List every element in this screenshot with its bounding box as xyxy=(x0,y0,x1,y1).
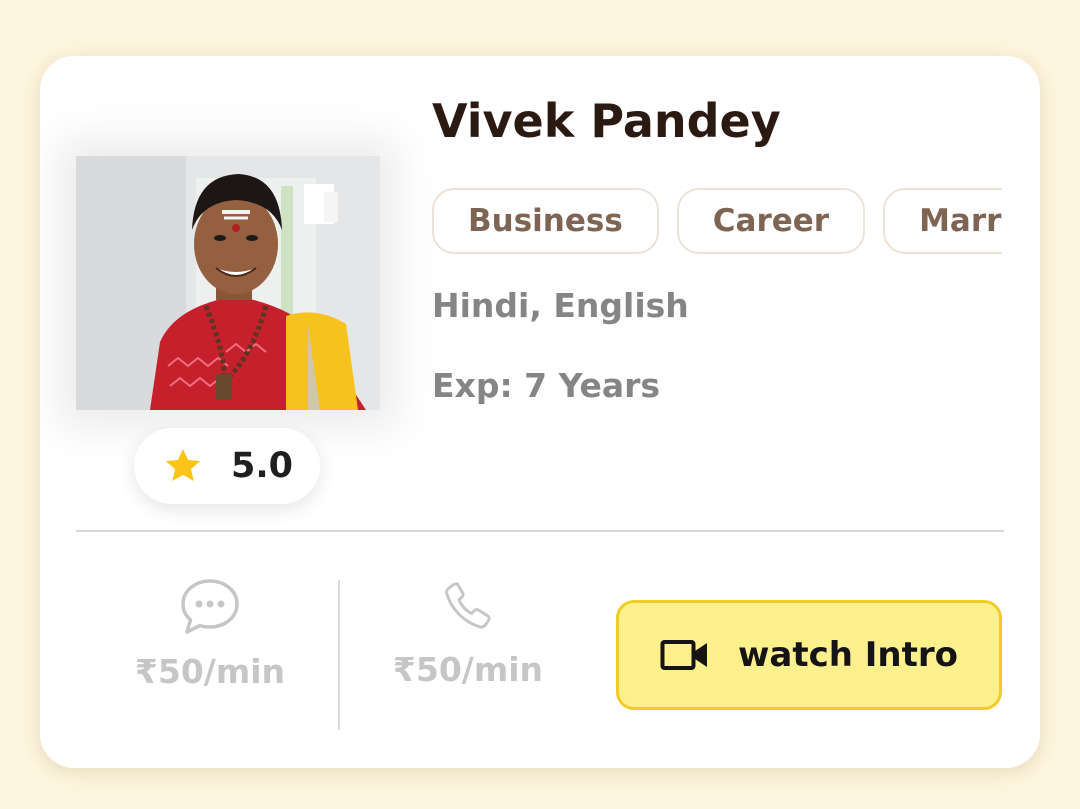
star-icon xyxy=(165,448,201,482)
call-price: ₹50/min xyxy=(392,650,544,689)
astrologer-card[interactable]: 5.0 Vivek Pandey BusinessCareerMarriage … xyxy=(40,56,1040,768)
tag-business[interactable]: Business xyxy=(432,188,659,254)
watch-intro-button[interactable]: watch Intro xyxy=(616,600,1002,710)
tag-career[interactable]: Career xyxy=(676,188,866,254)
phone-icon xyxy=(445,582,491,629)
watch-intro-label: watch Intro xyxy=(737,635,959,675)
expertise-tags[interactable]: Business Career Marriage xyxy=(432,188,1002,258)
call-option[interactable]: ₹50/min xyxy=(368,576,568,689)
chat-price: ₹50/min xyxy=(134,652,286,691)
profile-photo[interactable] xyxy=(76,156,380,410)
price-divider xyxy=(338,580,340,730)
experience-text: Exp: 7 Years xyxy=(432,366,661,405)
rating-badge: 5.0 xyxy=(134,428,320,504)
chat-option[interactable]: ₹50/min xyxy=(110,576,310,691)
chat-bubble-icon xyxy=(181,579,239,634)
astrologer-name: Vivek Pandey xyxy=(432,94,781,148)
video-camera-icon xyxy=(660,640,707,670)
section-divider xyxy=(76,530,1004,532)
languages-text: Hindi, English xyxy=(432,286,689,325)
tag-marriage[interactable]: Marriage xyxy=(883,188,1002,254)
rating-value: 5.0 xyxy=(230,446,293,486)
